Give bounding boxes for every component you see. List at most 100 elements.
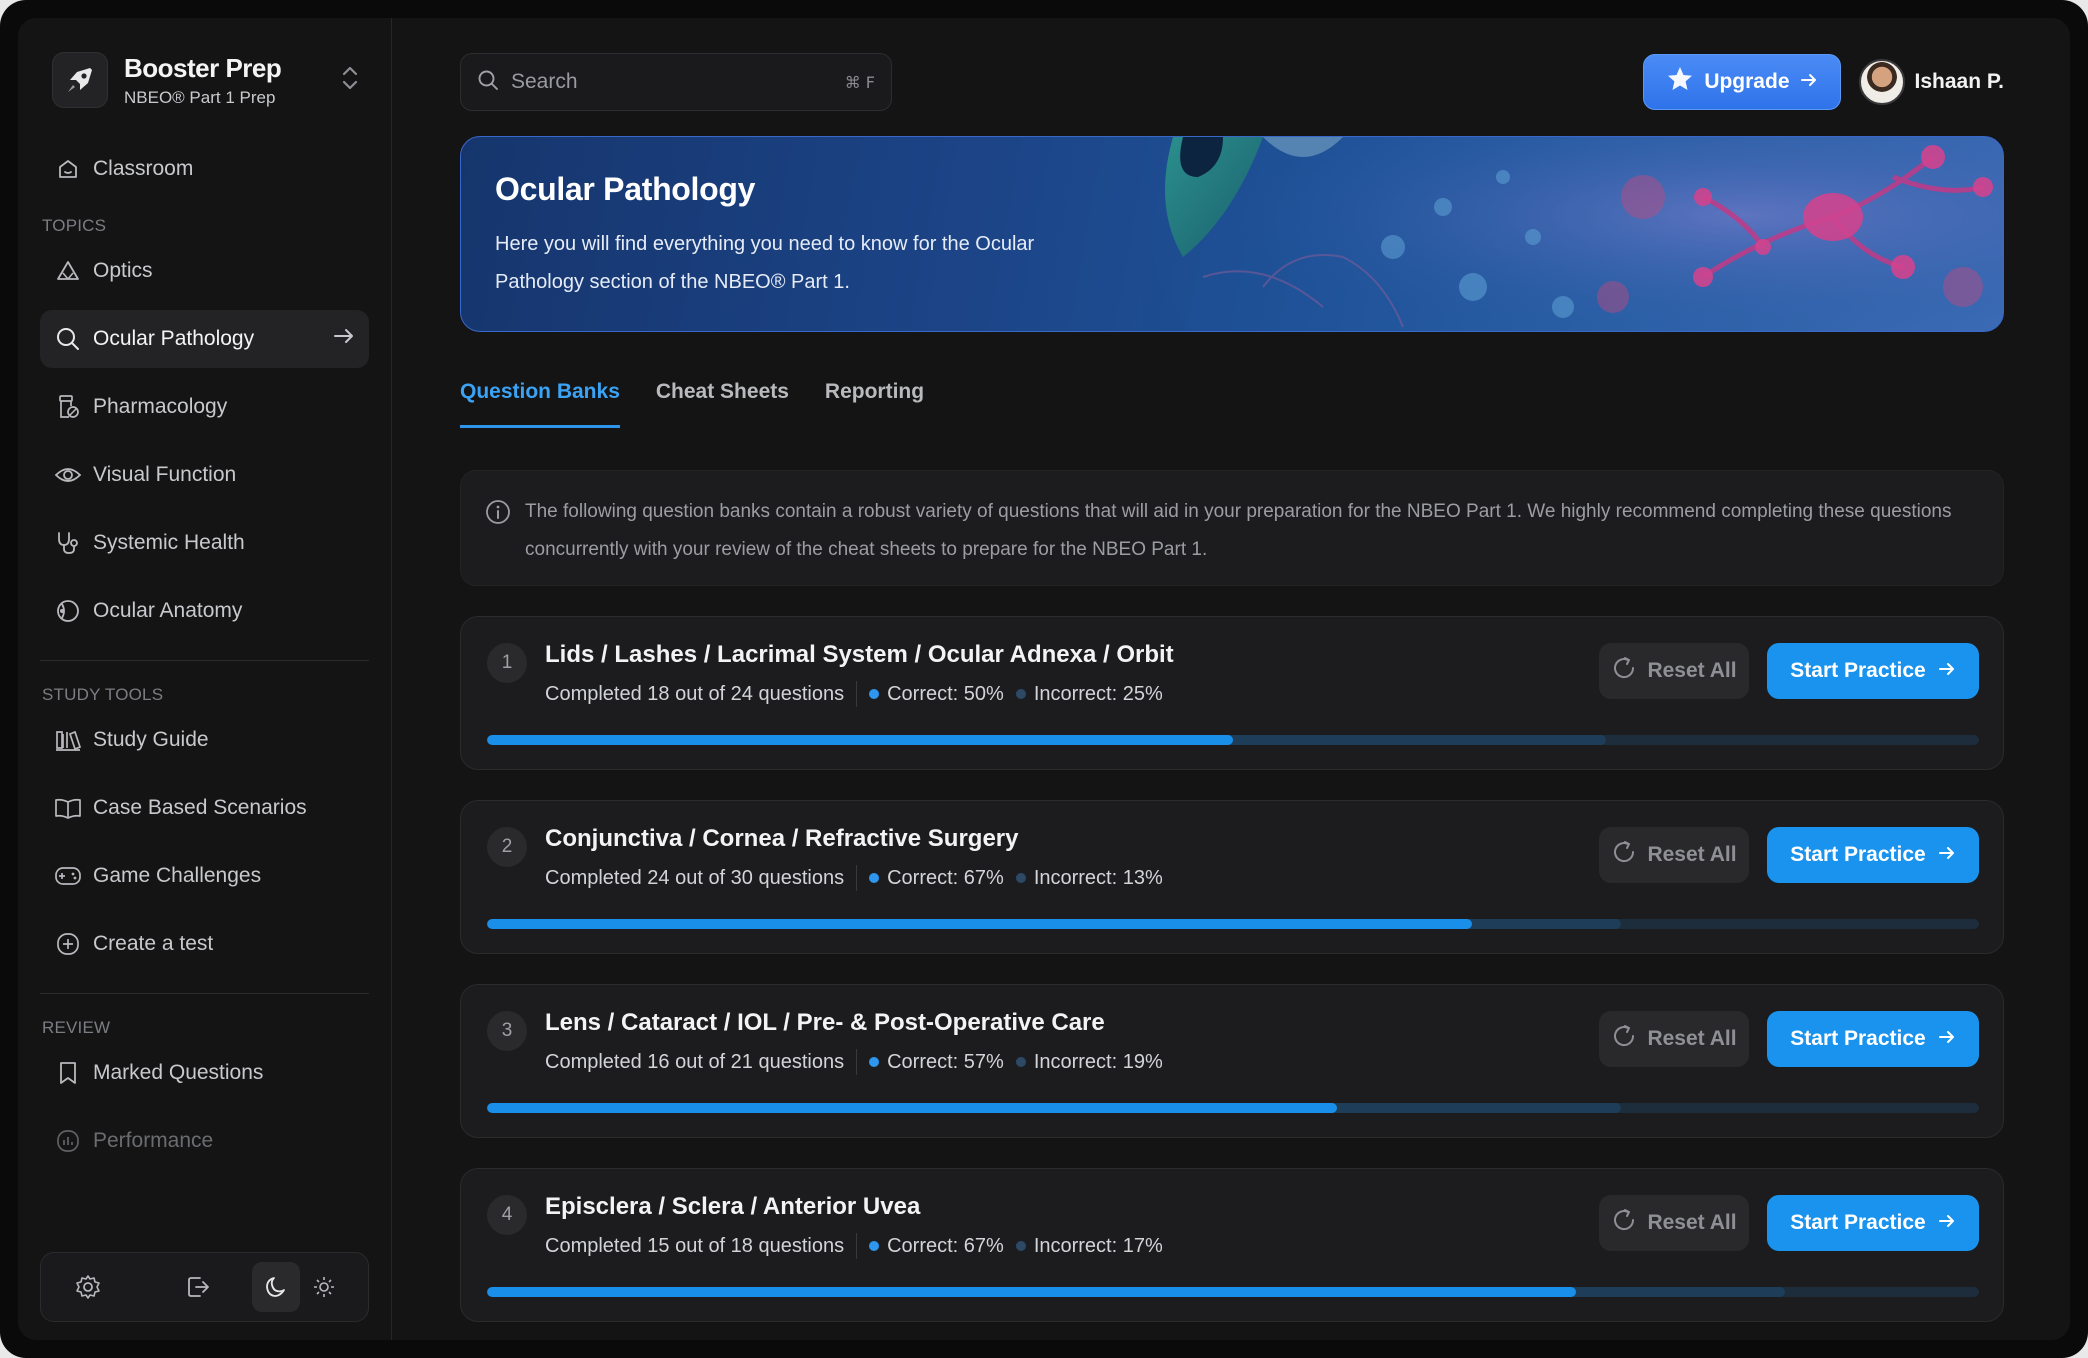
correct-dot-icon <box>869 873 880 883</box>
bar-chart-icon <box>54 1127 82 1155</box>
sidebar-item-visual-function[interactable]: Visual Function <box>40 446 369 504</box>
tab-cheat-sheets[interactable]: Cheat Sheets <box>656 380 789 428</box>
search-shortcut: ⌘ F <box>844 72 875 92</box>
stethoscope-icon <box>54 529 82 557</box>
moon-icon[interactable] <box>252 1262 300 1312</box>
refresh-icon <box>1611 655 1637 687</box>
reset-all-button[interactable]: Reset All <box>1599 1011 1749 1067</box>
progress-correct <box>487 1287 1577 1297</box>
info-text: The following question banks contain a r… <box>525 501 1952 560</box>
app-subtitle: NBEO® Part 1 Prep <box>124 87 276 107</box>
app-window: Booster Prep NBEO® Part 1 Prep Classroom… <box>18 18 2070 1340</box>
sidebar-item-performance[interactable]: Performance <box>40 1112 369 1170</box>
triangle-ruler-icon <box>54 257 82 285</box>
section-label-review: REVIEW <box>42 1018 111 1037</box>
start-practice-button[interactable]: Start Practice <box>1767 1011 1979 1067</box>
gear-icon[interactable] <box>61 1260 115 1314</box>
section-label-topics: TOPICS <box>42 216 107 235</box>
brand-switcher[interactable]: Booster Prep NBEO® Part 1 Prep <box>40 48 369 112</box>
sun-icon[interactable] <box>300 1262 348 1312</box>
user-menu[interactable]: Ishaan P. <box>1858 59 2004 105</box>
sidebar-item-label: Case Based Scenarios <box>93 796 307 819</box>
topbar: Search ⌘ F Upgrade Ishaan P. <box>460 18 2004 136</box>
eye-anatomy-icon <box>54 597 82 625</box>
question-bank-card: 2 Conjunctiva / Cornea / Refractive Surg… <box>460 800 2004 954</box>
sidebar-item-systemic-health[interactable]: Systemic Health <box>40 514 369 572</box>
bank-title: Lids / Lashes / Lacrimal System / Ocular… <box>545 641 1174 668</box>
incorrect-dot-icon <box>1015 689 1026 699</box>
theme-toggle[interactable] <box>252 1262 348 1312</box>
sidebar-item-classroom[interactable]: Classroom <box>40 140 369 198</box>
topic-banner: Ocular Pathology Here you will find ever… <box>460 136 2004 332</box>
pill-bottle-icon <box>54 393 82 421</box>
sidebar-item-label: Ocular Anatomy <box>93 599 243 622</box>
tab-question-banks[interactable]: Question Banks <box>460 380 620 428</box>
rocket-logo-icon <box>52 52 108 108</box>
sidebar-item-label: Performance <box>93 1129 214 1152</box>
correct-dot-icon <box>869 1241 880 1251</box>
sidebar-item-label: Optics <box>93 259 153 282</box>
sidebar-item-label: Create a test <box>93 932 214 955</box>
correct-dot-icon <box>869 689 880 699</box>
sidebar-item-create-a-test[interactable]: Create a test <box>40 915 369 973</box>
start-practice-button[interactable]: Start Practice <box>1767 1195 1979 1251</box>
progress-bar <box>487 735 1979 745</box>
start-label: Start Practice <box>1790 843 1926 866</box>
avatar <box>1858 59 1905 105</box>
arrow-right-icon <box>333 327 355 351</box>
reset-all-button[interactable]: Reset All <box>1599 827 1749 883</box>
start-label: Start Practice <box>1790 1211 1926 1234</box>
plus-circle-icon <box>54 930 82 958</box>
section-label-study-tools: STUDY TOOLS <box>42 685 164 704</box>
bank-number: 2 <box>487 827 527 867</box>
progress-bar <box>487 919 1979 929</box>
incorrect-percent: Incorrect: 13% <box>1033 866 1163 889</box>
reset-all-button[interactable]: Reset All <box>1599 1195 1749 1251</box>
sidebar-item-ocular-pathology[interactable]: Ocular Pathology <box>40 310 369 368</box>
sidebar-item-study-guide[interactable]: Study Guide <box>40 711 369 769</box>
start-label: Start Practice <box>1790 1027 1926 1050</box>
gamepad-icon <box>54 862 82 890</box>
page-title: Ocular Pathology <box>495 171 756 207</box>
logout-icon[interactable] <box>171 1260 225 1314</box>
question-bank-card: 1 Lids / Lashes / Lacrimal System / Ocul… <box>460 616 2004 770</box>
sidebar-item-pharmacology[interactable]: Pharmacology <box>40 378 369 436</box>
refresh-icon <box>1611 839 1637 871</box>
sidebar-item-optics[interactable]: Optics <box>40 242 369 300</box>
upgrade-label: Upgrade <box>1704 70 1790 93</box>
sidebar-item-ocular-anatomy[interactable]: Ocular Anatomy <box>40 582 369 640</box>
app-name: Booster Prep <box>124 52 282 83</box>
info-callout: The following question banks contain a r… <box>460 470 2004 586</box>
search-placeholder: Search <box>511 70 578 93</box>
upgrade-button[interactable]: Upgrade <box>1643 54 1841 110</box>
tab-reporting[interactable]: Reporting <box>825 380 924 428</box>
incorrect-dot-icon <box>1015 1057 1026 1067</box>
bank-title: Lens / Cataract / IOL / Pre- & Post-Oper… <box>545 1009 1105 1036</box>
progress-bar <box>487 1103 1979 1113</box>
bank-stats: Completed 18 out of 24 questions Correct… <box>545 681 1163 707</box>
reset-all-button[interactable]: Reset All <box>1599 643 1749 699</box>
arrow-right-icon <box>1938 1211 1956 1235</box>
reset-label: Reset All <box>1647 1211 1737 1234</box>
chevron-up-down-icon[interactable] <box>341 64 359 97</box>
sidebar-item-marked-questions[interactable]: Marked Questions <box>40 1044 369 1102</box>
bank-number: 1 <box>487 643 527 683</box>
start-practice-button[interactable]: Start Practice <box>1767 827 1979 883</box>
completed-count: Completed 16 out of 21 questions <box>545 1050 845 1073</box>
search-input[interactable]: Search ⌘ F <box>460 53 892 111</box>
refresh-icon <box>1611 1023 1637 1055</box>
refresh-icon <box>1611 1207 1637 1239</box>
progress-correct <box>487 1103 1338 1113</box>
info-icon <box>485 499 511 539</box>
eye-icon <box>54 461 82 489</box>
eye-illustration <box>1143 137 2003 331</box>
sidebar-item-label: Classroom <box>93 157 194 180</box>
correct-percent: Correct: 67% <box>887 866 1004 889</box>
start-practice-button[interactable]: Start Practice <box>1767 643 1979 699</box>
sidebar-item-label: Systemic Health <box>93 531 245 554</box>
bank-title: Episclera / Sclera / Anterior Uvea <box>545 1193 921 1220</box>
sidebar-item-case-based-scenarios[interactable]: Case Based Scenarios <box>40 779 369 837</box>
home-icon <box>54 155 82 183</box>
star-icon <box>1666 65 1694 99</box>
sidebar-item-game-challenges[interactable]: Game Challenges <box>40 847 369 905</box>
